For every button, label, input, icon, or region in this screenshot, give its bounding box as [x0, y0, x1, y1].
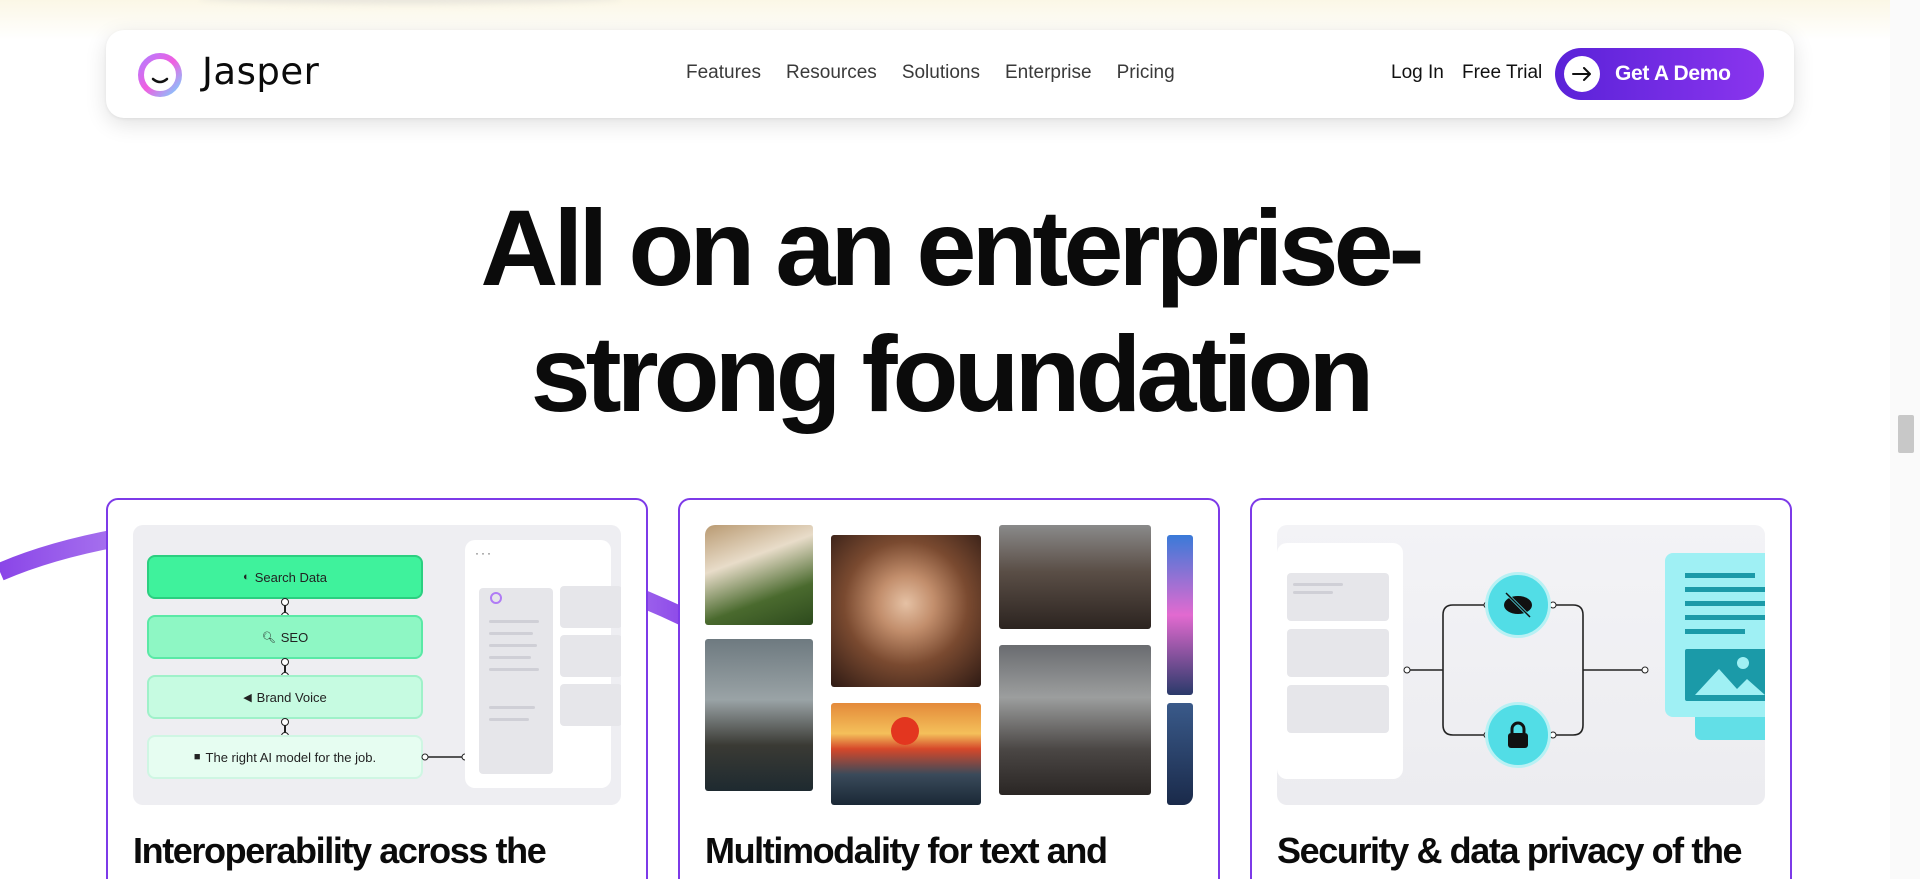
feature-card-interoperability[interactable]: ◐ Search Data 🔍︎ SEO ◀ Brand Voice ■ The rig…: [106, 498, 648, 879]
nav-link-solutions[interactable]: Solutions: [902, 62, 980, 84]
app-panel-mock: [1277, 543, 1403, 779]
arrow-right-icon: [1564, 56, 1600, 92]
free-trial-link[interactable]: Free Trial: [1462, 62, 1542, 84]
multimodal-image-collage: [705, 525, 1193, 805]
lock-icon: [1485, 702, 1551, 768]
feature-card-security[interactable]: Security & data privacy of the: [1250, 498, 1792, 879]
card-title-interoperability: Interoperability across the: [133, 830, 547, 871]
get-demo-label: Get A Demo: [1615, 62, 1731, 85]
image-icon: [1685, 649, 1765, 701]
flow-step-ai-model: ■ The right AI model for the job.: [147, 735, 423, 779]
get-demo-button[interactable]: Get A Demo: [1555, 48, 1764, 100]
chip-icon: ■: [193, 751, 201, 763]
cowboys-photo: [999, 525, 1151, 629]
main-menu: Features Resources Solutions Enterprise …: [686, 62, 1175, 84]
battle-scene-photo: [999, 645, 1151, 795]
database-icon: ◐: [243, 571, 250, 583]
nav-link-features[interactable]: Features: [686, 62, 761, 84]
magnifier-icon: 🔍︎: [261, 631, 276, 644]
flow-step-search-data: ◐ Search Data: [147, 555, 423, 599]
card-title-multimodality: Multimodality for text and: [705, 830, 1108, 871]
scrollbar-thumb[interactable]: [1898, 415, 1914, 453]
megaphone-icon: ◀: [243, 691, 252, 704]
interoperability-illustration: ◐ Search Data 🔍︎ SEO ◀ Brand Voice ■ The rig…: [133, 525, 621, 805]
flow-step-brand-voice: ◀ Brand Voice: [147, 675, 423, 719]
portrait-photo: [831, 535, 981, 687]
document-icon: [1665, 553, 1765, 717]
flow-step-seo: 🔍︎ SEO: [147, 615, 423, 659]
eye-off-icon: [1485, 572, 1551, 638]
puppy-photo: [705, 525, 813, 625]
flow-output-line: [421, 753, 469, 761]
login-link[interactable]: Log In: [1391, 62, 1444, 84]
top-navigation: Jasper Features Resources Solutions Ente…: [106, 30, 1794, 118]
card-title-security: Security & data privacy of the: [1277, 830, 1743, 871]
nav-link-enterprise[interactable]: Enterprise: [1005, 62, 1092, 84]
nav-link-pricing[interactable]: Pricing: [1117, 62, 1175, 84]
sailing-ship-photo: [705, 639, 813, 791]
feature-card-multimodality[interactable]: Multimodality for text and: [678, 498, 1220, 879]
app-window-mock: ···: [465, 540, 621, 788]
brand-name[interactable]: Jasper: [202, 50, 319, 93]
jasper-logo-icon[interactable]: [134, 51, 186, 97]
security-illustration: [1277, 525, 1765, 805]
colorful-photo: [1167, 535, 1193, 695]
hero-line-2: strong foundation: [530, 313, 1375, 434]
hero-headline: All on an enterprise- strong foundation: [0, 185, 1900, 437]
nav-link-resources[interactable]: Resources: [786, 62, 877, 84]
sunset-waves-photo: [831, 703, 981, 805]
hero-line-1: All on an enterprise-: [480, 187, 1424, 308]
city-photo: [1167, 703, 1193, 805]
